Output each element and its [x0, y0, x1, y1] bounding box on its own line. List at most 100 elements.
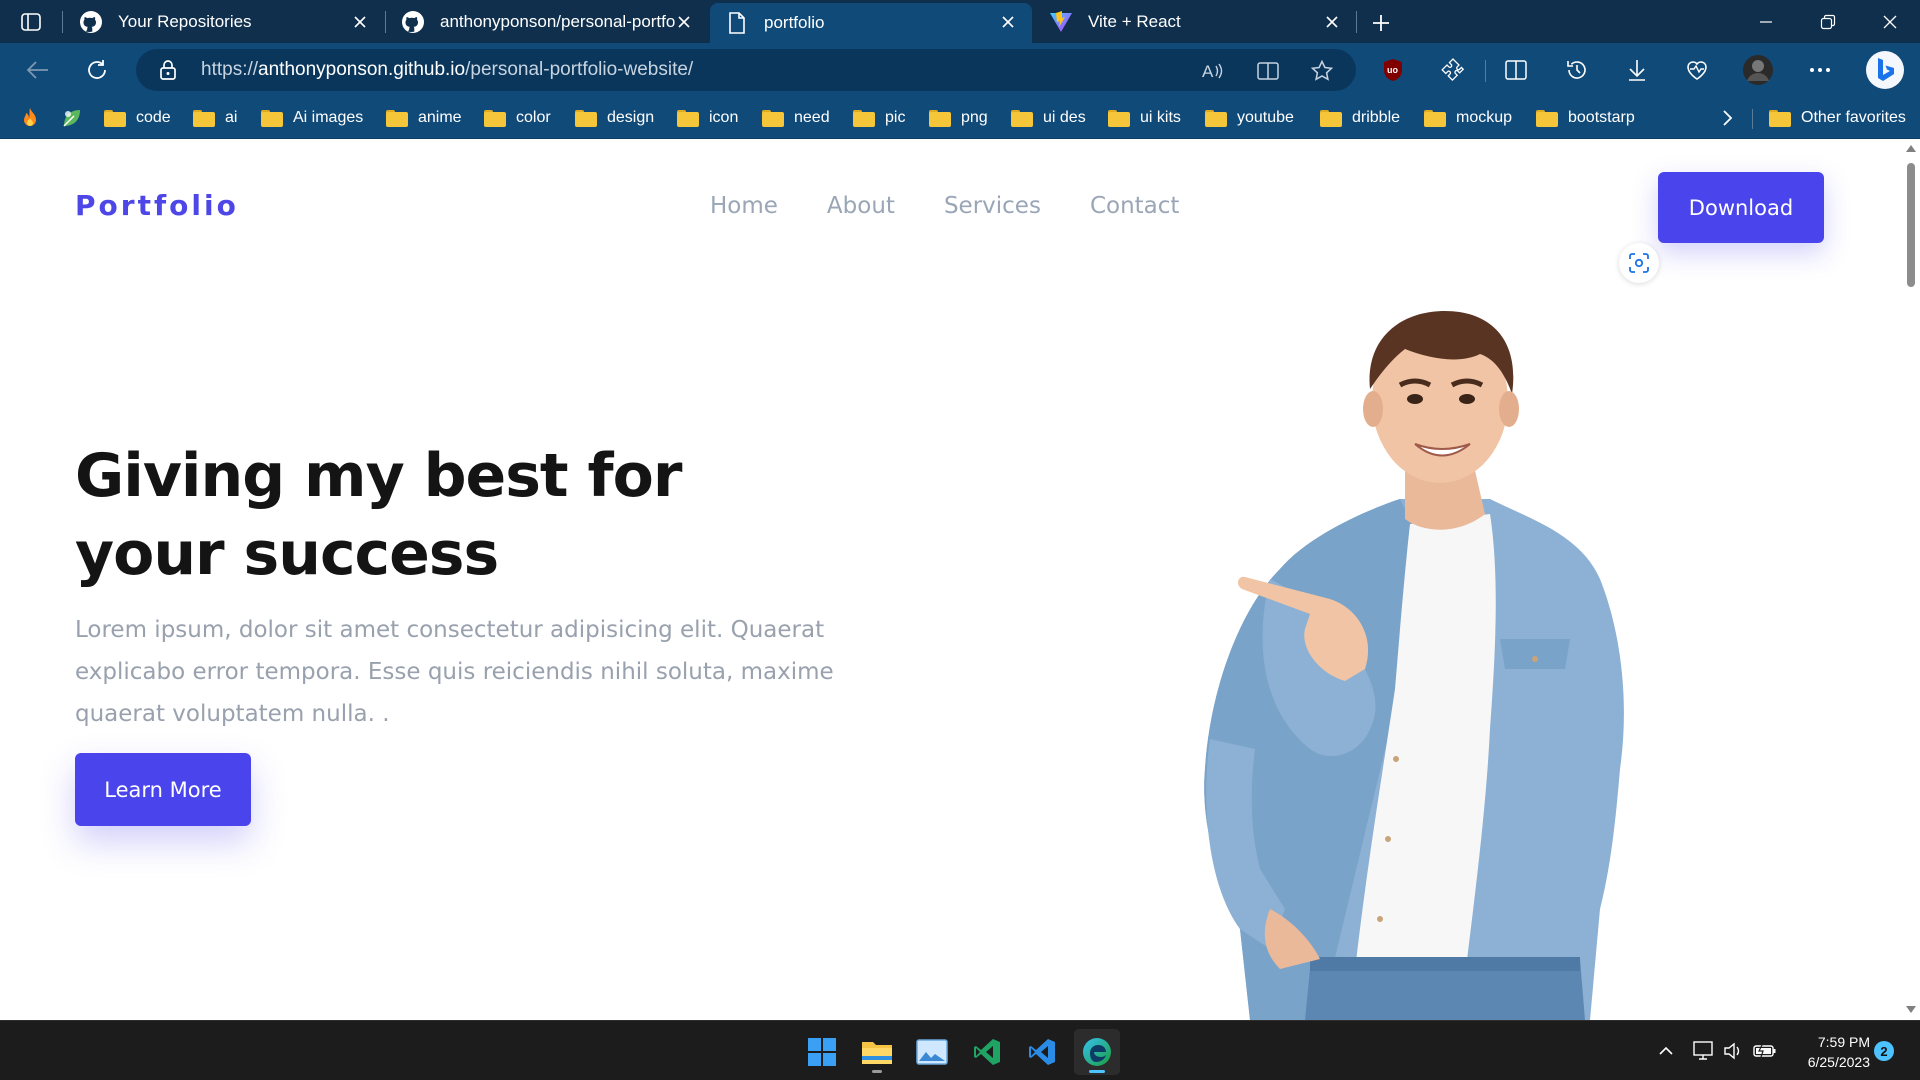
address-bar[interactable]: https://anthonyponson.github.io/personal…: [136, 49, 1356, 91]
url-text[interactable]: https://anthonyponson.github.io/personal…: [201, 59, 693, 81]
new-tab-icon[interactable]: [1366, 8, 1396, 38]
bookmark-leaf-icon[interactable]: [60, 103, 84, 133]
close-window-icon[interactable]: [1870, 8, 1910, 36]
hero-person-image: [1204, 311, 1624, 1020]
bookmark-label: anime: [418, 109, 462, 126]
file-explorer-icon[interactable]: [854, 1029, 900, 1075]
immersive-reader-icon[interactable]: [1254, 57, 1282, 85]
scroll-down-arrow-icon[interactable]: [1906, 1006, 1916, 1013]
hero-headline: Giving my best for your success: [75, 437, 775, 593]
tab-separator: [62, 11, 63, 33]
tab-vite-react[interactable]: Vite + React: [1034, 3, 1356, 41]
visual-studio-icon[interactable]: [964, 1029, 1010, 1075]
close-tab-icon[interactable]: [1322, 12, 1342, 32]
visual-search-icon[interactable]: [1619, 243, 1659, 283]
show-hidden-icons-chevron-icon[interactable]: [1654, 1040, 1678, 1062]
split-screen-icon[interactable]: [1499, 53, 1533, 87]
close-tab-icon[interactable]: [998, 12, 1018, 32]
tab-actions-icon[interactable]: [18, 11, 44, 33]
download-button[interactable]: Download: [1658, 172, 1824, 243]
bookmark-folder-design[interactable]: design: [575, 103, 654, 133]
profile-avatar[interactable]: [1741, 53, 1775, 87]
close-tab-icon[interactable]: [674, 12, 694, 32]
back-icon[interactable]: [21, 53, 55, 87]
system-clock[interactable]: 7:59 PM 6/25/2023: [1790, 1032, 1870, 1072]
history-icon[interactable]: [1560, 53, 1594, 87]
folder-icon: [193, 109, 215, 127]
scroll-up-arrow-icon[interactable]: [1906, 145, 1916, 152]
photos-icon[interactable]: [909, 1029, 955, 1075]
folder-icon: [484, 109, 506, 127]
site-nav: Home About Services Contact: [710, 193, 1228, 219]
bookmark-folder-code[interactable]: code: [104, 103, 171, 133]
vscode-icon[interactable]: [1019, 1029, 1065, 1075]
nav-about[interactable]: About: [827, 193, 895, 219]
ublock-icon[interactable]: uo: [1376, 53, 1410, 87]
bookmark-folder-youtube[interactable]: youtube: [1205, 103, 1294, 133]
learn-more-button[interactable]: Learn More: [75, 753, 251, 826]
edge-icon[interactable]: [1074, 1029, 1120, 1075]
settings-more-icon[interactable]: [1803, 53, 1837, 87]
page-scrollbar[interactable]: [1902, 139, 1920, 1020]
downloads-icon[interactable]: [1620, 53, 1654, 87]
more-bookmarks-chevron-icon[interactable]: [1720, 103, 1734, 133]
bookmark-folder-dribble[interactable]: dribble: [1320, 103, 1400, 133]
browser-essentials-icon[interactable]: [1680, 53, 1714, 87]
folder-icon: [575, 109, 597, 127]
folder-icon: [386, 109, 408, 127]
bookmark-folder-ui-des[interactable]: ui des: [1011, 103, 1086, 133]
read-aloud-icon[interactable]: A: [1199, 57, 1227, 85]
clock-time: 7:59 PM: [1817, 1034, 1870, 1050]
extensions-icon[interactable]: [1436, 53, 1470, 87]
bookmark-folder-pic[interactable]: pic: [853, 103, 905, 133]
tab-your-repositories[interactable]: Your Repositories: [64, 3, 384, 41]
bookmark-label: Ai images: [293, 109, 364, 126]
favorite-star-icon[interactable]: [1308, 57, 1336, 85]
tab-personal-portfolio-repo[interactable]: anthonyponson/personal-portfol: [386, 3, 708, 41]
bookmark-folder-ai[interactable]: ai: [193, 103, 237, 133]
bookmark-fire-icon[interactable]: [18, 103, 42, 133]
bing-copilot-icon[interactable]: [1864, 49, 1906, 91]
nav-home[interactable]: Home: [710, 193, 778, 219]
bookmark-folder-ui-kits[interactable]: ui kits: [1108, 103, 1181, 133]
close-tab-icon[interactable]: [350, 12, 370, 32]
bookmark-label: pic: [885, 109, 906, 126]
nav-services[interactable]: Services: [944, 193, 1041, 219]
bookmark-folder-color[interactable]: color: [484, 103, 551, 133]
site-logo[interactable]: Portfolio: [75, 189, 239, 222]
restore-icon[interactable]: [1808, 8, 1848, 36]
bookmark-label: need: [794, 109, 830, 126]
network-icon[interactable]: [1692, 1040, 1716, 1062]
folder-icon: [762, 109, 784, 127]
bookmark-label: ai: [225, 109, 238, 126]
url-scheme: https://: [201, 59, 259, 80]
windows-start-icon[interactable]: [799, 1029, 845, 1075]
minimize-icon[interactable]: [1746, 8, 1786, 36]
bookmark-folder-icon[interactable]: icon: [677, 103, 738, 133]
bookmark-label: Other favorites: [1801, 109, 1906, 126]
bookmark-folder-ai-images[interactable]: Ai images: [261, 103, 363, 133]
running-indicator: [1089, 1070, 1105, 1073]
bookmark-folder-need[interactable]: need: [762, 103, 830, 133]
svg-text:A: A: [1202, 62, 1214, 81]
web-page: Portfolio Home About Services Contact Do…: [0, 139, 1902, 1020]
bookmark-label: dribble: [1352, 109, 1401, 126]
tab-portfolio[interactable]: portfolio: [710, 3, 1032, 43]
nav-contact[interactable]: Contact: [1090, 193, 1179, 219]
scrollbar-thumb[interactable]: [1907, 163, 1915, 287]
bookmarks-separator: [1752, 109, 1753, 129]
bookmark-folder-anime[interactable]: anime: [386, 103, 462, 133]
battery-icon[interactable]: [1753, 1040, 1777, 1062]
bookmark-folder-bootstarp[interactable]: bootstarp: [1536, 103, 1635, 133]
refresh-icon[interactable]: [80, 53, 114, 87]
notification-badge[interactable]: 2: [1874, 1041, 1894, 1061]
folder-icon: [1320, 109, 1342, 127]
page-icon: [724, 10, 750, 36]
url-path: /personal-portfolio-website/: [465, 59, 694, 80]
bookmark-folder-other-favorites[interactable]: Other favorites: [1769, 103, 1906, 133]
tab-label: Vite + React: [1088, 12, 1181, 31]
bookmark-folder-png[interactable]: png: [929, 103, 988, 133]
bookmark-folder-mockup[interactable]: mockup: [1424, 103, 1512, 133]
lock-icon[interactable]: [158, 59, 180, 81]
volume-icon[interactable]: [1721, 1040, 1745, 1062]
